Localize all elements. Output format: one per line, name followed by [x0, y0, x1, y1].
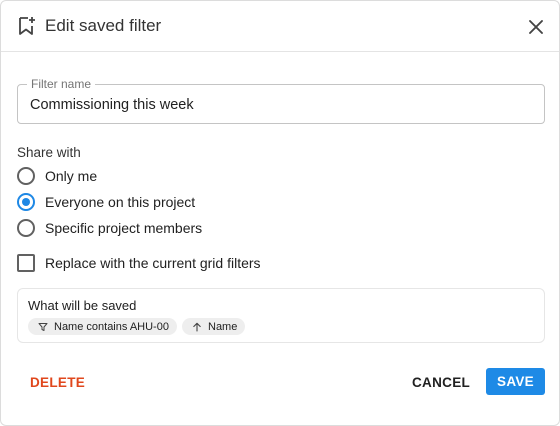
- edit-saved-filter-dialog: Edit saved filter Filter name Share with…: [0, 0, 560, 426]
- share-with-label: Share with: [17, 145, 81, 160]
- filter-name-input[interactable]: [30, 94, 530, 116]
- sort-chip-label: Name: [208, 320, 238, 333]
- filter-chip: Name contains AHU-00: [28, 318, 177, 335]
- radio-specific-members[interactable]: Specific project members: [17, 217, 202, 239]
- filter-name-field: Filter name: [17, 77, 545, 124]
- close-icon: [529, 20, 543, 34]
- radio-button[interactable]: [17, 167, 35, 185]
- save-button[interactable]: SAVE: [486, 368, 545, 395]
- radio-everyone-on-project[interactable]: Everyone on this project: [17, 191, 195, 213]
- radio-button[interactable]: [17, 219, 35, 237]
- sort-chip: Name: [182, 318, 246, 335]
- replace-filters-checkbox[interactable]: [17, 254, 35, 272]
- saved-summary-title: What will be saved: [28, 298, 137, 313]
- dialog-title: Edit saved filter: [45, 16, 162, 35]
- arrow-up-icon: [191, 321, 203, 333]
- dialog-header: Edit saved filter: [1, 1, 559, 52]
- filter-name-label: Filter name: [27, 77, 96, 91]
- filter-icon: [37, 321, 49, 333]
- saved-summary-box: What will be saved Name contains AHU-00 …: [17, 288, 545, 343]
- radio-only-me[interactable]: Only me: [17, 165, 97, 187]
- radio-label: Specific project members: [45, 220, 203, 236]
- radio-label: Everyone on this project: [45, 194, 196, 210]
- radio-label: Only me: [45, 168, 98, 184]
- radio-button-selected[interactable]: [17, 193, 35, 211]
- delete-button[interactable]: DELETE: [21, 369, 94, 395]
- filter-chip-label: Name contains AHU-00: [54, 320, 169, 333]
- cancel-button[interactable]: CANCEL: [402, 369, 480, 395]
- replace-filters-checkbox-row[interactable]: Replace with the current grid filters: [17, 253, 261, 273]
- bookmark-add-icon: [16, 15, 38, 37]
- close-button[interactable]: [523, 14, 549, 40]
- replace-filters-label: Replace with the current grid filters: [45, 255, 261, 271]
